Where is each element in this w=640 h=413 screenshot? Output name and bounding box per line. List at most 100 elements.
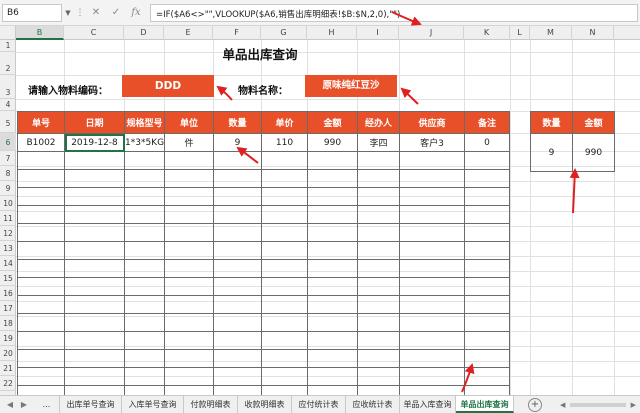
summary-header-row: 数量 金额: [530, 111, 615, 134]
chevron-down-icon[interactable]: ▼: [63, 4, 73, 22]
summary-table: 数量 金额 9 990: [530, 111, 615, 172]
column-j[interactable]: J: [399, 26, 464, 40]
cell-unit-price[interactable]: 110: [261, 133, 308, 152]
header-amount: 金额: [307, 111, 358, 134]
row-18[interactable]: 18: [0, 316, 16, 331]
table-row: B1002 2019-12-8 1*3*5KG 件 9 110 990 李四 客…: [17, 133, 510, 152]
row-4[interactable]: 4: [0, 99, 16, 111]
cell-order-no[interactable]: B1002: [17, 133, 65, 152]
tab-item-inbound-query[interactable]: 单品入库查询: [400, 396, 456, 413]
sheet-tab-more[interactable]: ...: [34, 396, 60, 413]
header-quantity: 数量: [213, 111, 262, 134]
next-sheet-icon[interactable]: ▶: [18, 398, 30, 412]
row-12[interactable]: 12: [0, 226, 16, 241]
sheet-tab-bar: ◀ ▶ ... 出库单号查询 入库单号查询 付款明细表 收款明细表 应付统计表 …: [0, 395, 640, 413]
horizontal-scrollbar[interactable]: ◀ ▶: [560, 400, 636, 410]
add-sheet-icon[interactable]: +: [528, 398, 542, 412]
row-16[interactable]: 16: [0, 286, 16, 301]
enter-icon[interactable]: ✓: [108, 4, 124, 22]
material-name-label: 物料名称：: [238, 86, 288, 97]
table-row: [17, 295, 510, 314]
row-20[interactable]: 20: [0, 346, 16, 361]
column-e[interactable]: E: [164, 26, 213, 40]
row-21[interactable]: 21: [0, 361, 16, 376]
table-row: [17, 331, 510, 350]
column-c[interactable]: C: [64, 26, 124, 40]
more-icon: ⋮: [75, 8, 85, 18]
row-1[interactable]: 1: [0, 40, 16, 52]
column-d[interactable]: D: [124, 26, 164, 40]
table-row: [17, 151, 510, 170]
scroll-left-icon[interactable]: ◀: [560, 400, 565, 410]
row-11[interactable]: 11: [0, 211, 16, 226]
column-h[interactable]: H: [307, 26, 357, 40]
row-header: 1 2 3 4 5 6 7 8 9 10 11 12 13 14 15 16 1…: [0, 40, 16, 395]
cell-remark[interactable]: 0: [464, 133, 510, 152]
formula-input[interactable]: =IF($A6<>"",VLOOKUP($A6,销售出库明细表!$B:$N,2,…: [150, 4, 638, 22]
material-name-value: 原味纯红豆沙: [305, 75, 397, 97]
row-3[interactable]: 3: [0, 75, 16, 99]
row-7[interactable]: 7: [0, 151, 16, 166]
table-header-row: 单号 日期 规格型号 单位 数量 单价 金额 经办人 供应商 备注: [17, 111, 510, 134]
row-9[interactable]: 9: [0, 181, 16, 196]
row-13[interactable]: 13: [0, 241, 16, 256]
row-5[interactable]: 5: [0, 111, 16, 133]
row-17[interactable]: 17: [0, 301, 16, 316]
formula-bar: B6 ▼ ⋮ ✕ ✓ fx =IF($A6<>"",VLOOKUP($A6,销售…: [0, 0, 640, 26]
column-k[interactable]: K: [464, 26, 510, 40]
tab-outbound-order-query[interactable]: 出库单号查询: [60, 396, 122, 413]
column-f[interactable]: F: [213, 26, 261, 40]
scroll-right-icon[interactable]: ▶: [631, 400, 636, 410]
summary-amount[interactable]: 990: [572, 133, 615, 172]
header-unit-price: 单价: [261, 111, 308, 134]
summary-value-row: 9 990: [530, 133, 615, 172]
table-row: [17, 205, 510, 224]
cell-spec[interactable]: 1*3*5KG: [124, 133, 165, 152]
cell-unit[interactable]: 件: [164, 133, 214, 152]
tab-receivables-stats[interactable]: 应收统计表: [346, 396, 400, 413]
tab-payables-stats[interactable]: 应付统计表: [292, 396, 346, 413]
cell-date-selected[interactable]: 2019-12-8: [64, 133, 125, 152]
column-n[interactable]: N: [572, 26, 614, 40]
material-code-input[interactable]: DDD: [122, 75, 214, 97]
header-supplier: 供应商: [399, 111, 465, 134]
table-row: [17, 349, 510, 368]
name-box[interactable]: B6: [2, 4, 62, 22]
row-15[interactable]: 15: [0, 271, 16, 286]
tab-item-outbound-query[interactable]: 单品出库查询: [456, 396, 514, 413]
column-l[interactable]: L: [510, 26, 530, 40]
select-all-corner[interactable]: [0, 26, 16, 40]
table-row: [17, 277, 510, 296]
row-10[interactable]: 10: [0, 196, 16, 211]
scroll-track[interactable]: [570, 403, 626, 407]
table-row: [17, 367, 510, 386]
row-14[interactable]: 14: [0, 256, 16, 271]
row-6[interactable]: 6: [0, 133, 16, 151]
row-22[interactable]: 22: [0, 376, 16, 391]
header-date: 日期: [64, 111, 125, 134]
cell-supplier[interactable]: 客户3: [399, 133, 465, 152]
prev-sheet-icon[interactable]: ◀: [4, 398, 16, 412]
table-row: [17, 187, 510, 206]
column-m[interactable]: M: [530, 26, 572, 40]
column-g[interactable]: G: [261, 26, 307, 40]
page-title: 单品出库查询: [222, 47, 298, 62]
summary-quantity[interactable]: 9: [530, 133, 573, 172]
column-b[interactable]: B: [16, 26, 64, 40]
cell-amount[interactable]: 990: [307, 133, 358, 152]
row-8[interactable]: 8: [0, 166, 16, 181]
tab-inbound-order-query[interactable]: 入库单号查询: [122, 396, 184, 413]
row-19[interactable]: 19: [0, 331, 16, 346]
insert-function-icon[interactable]: fx: [128, 4, 144, 22]
header-unit: 单位: [164, 111, 214, 134]
tab-receipt-details[interactable]: 收款明细表: [238, 396, 292, 413]
header-order-no: 单号: [17, 111, 65, 134]
row-2[interactable]: 2: [0, 52, 16, 75]
cell-quantity[interactable]: 9: [213, 133, 262, 152]
column-i[interactable]: I: [357, 26, 399, 40]
cell-handler[interactable]: 李四: [357, 133, 400, 152]
cancel-icon[interactable]: ✕: [88, 4, 104, 22]
table-row: [17, 259, 510, 278]
tab-payment-details[interactable]: 付款明细表: [184, 396, 238, 413]
results-table: 单号 日期 规格型号 单位 数量 单价 金额 经办人 供应商 备注 B1002 …: [17, 111, 510, 404]
